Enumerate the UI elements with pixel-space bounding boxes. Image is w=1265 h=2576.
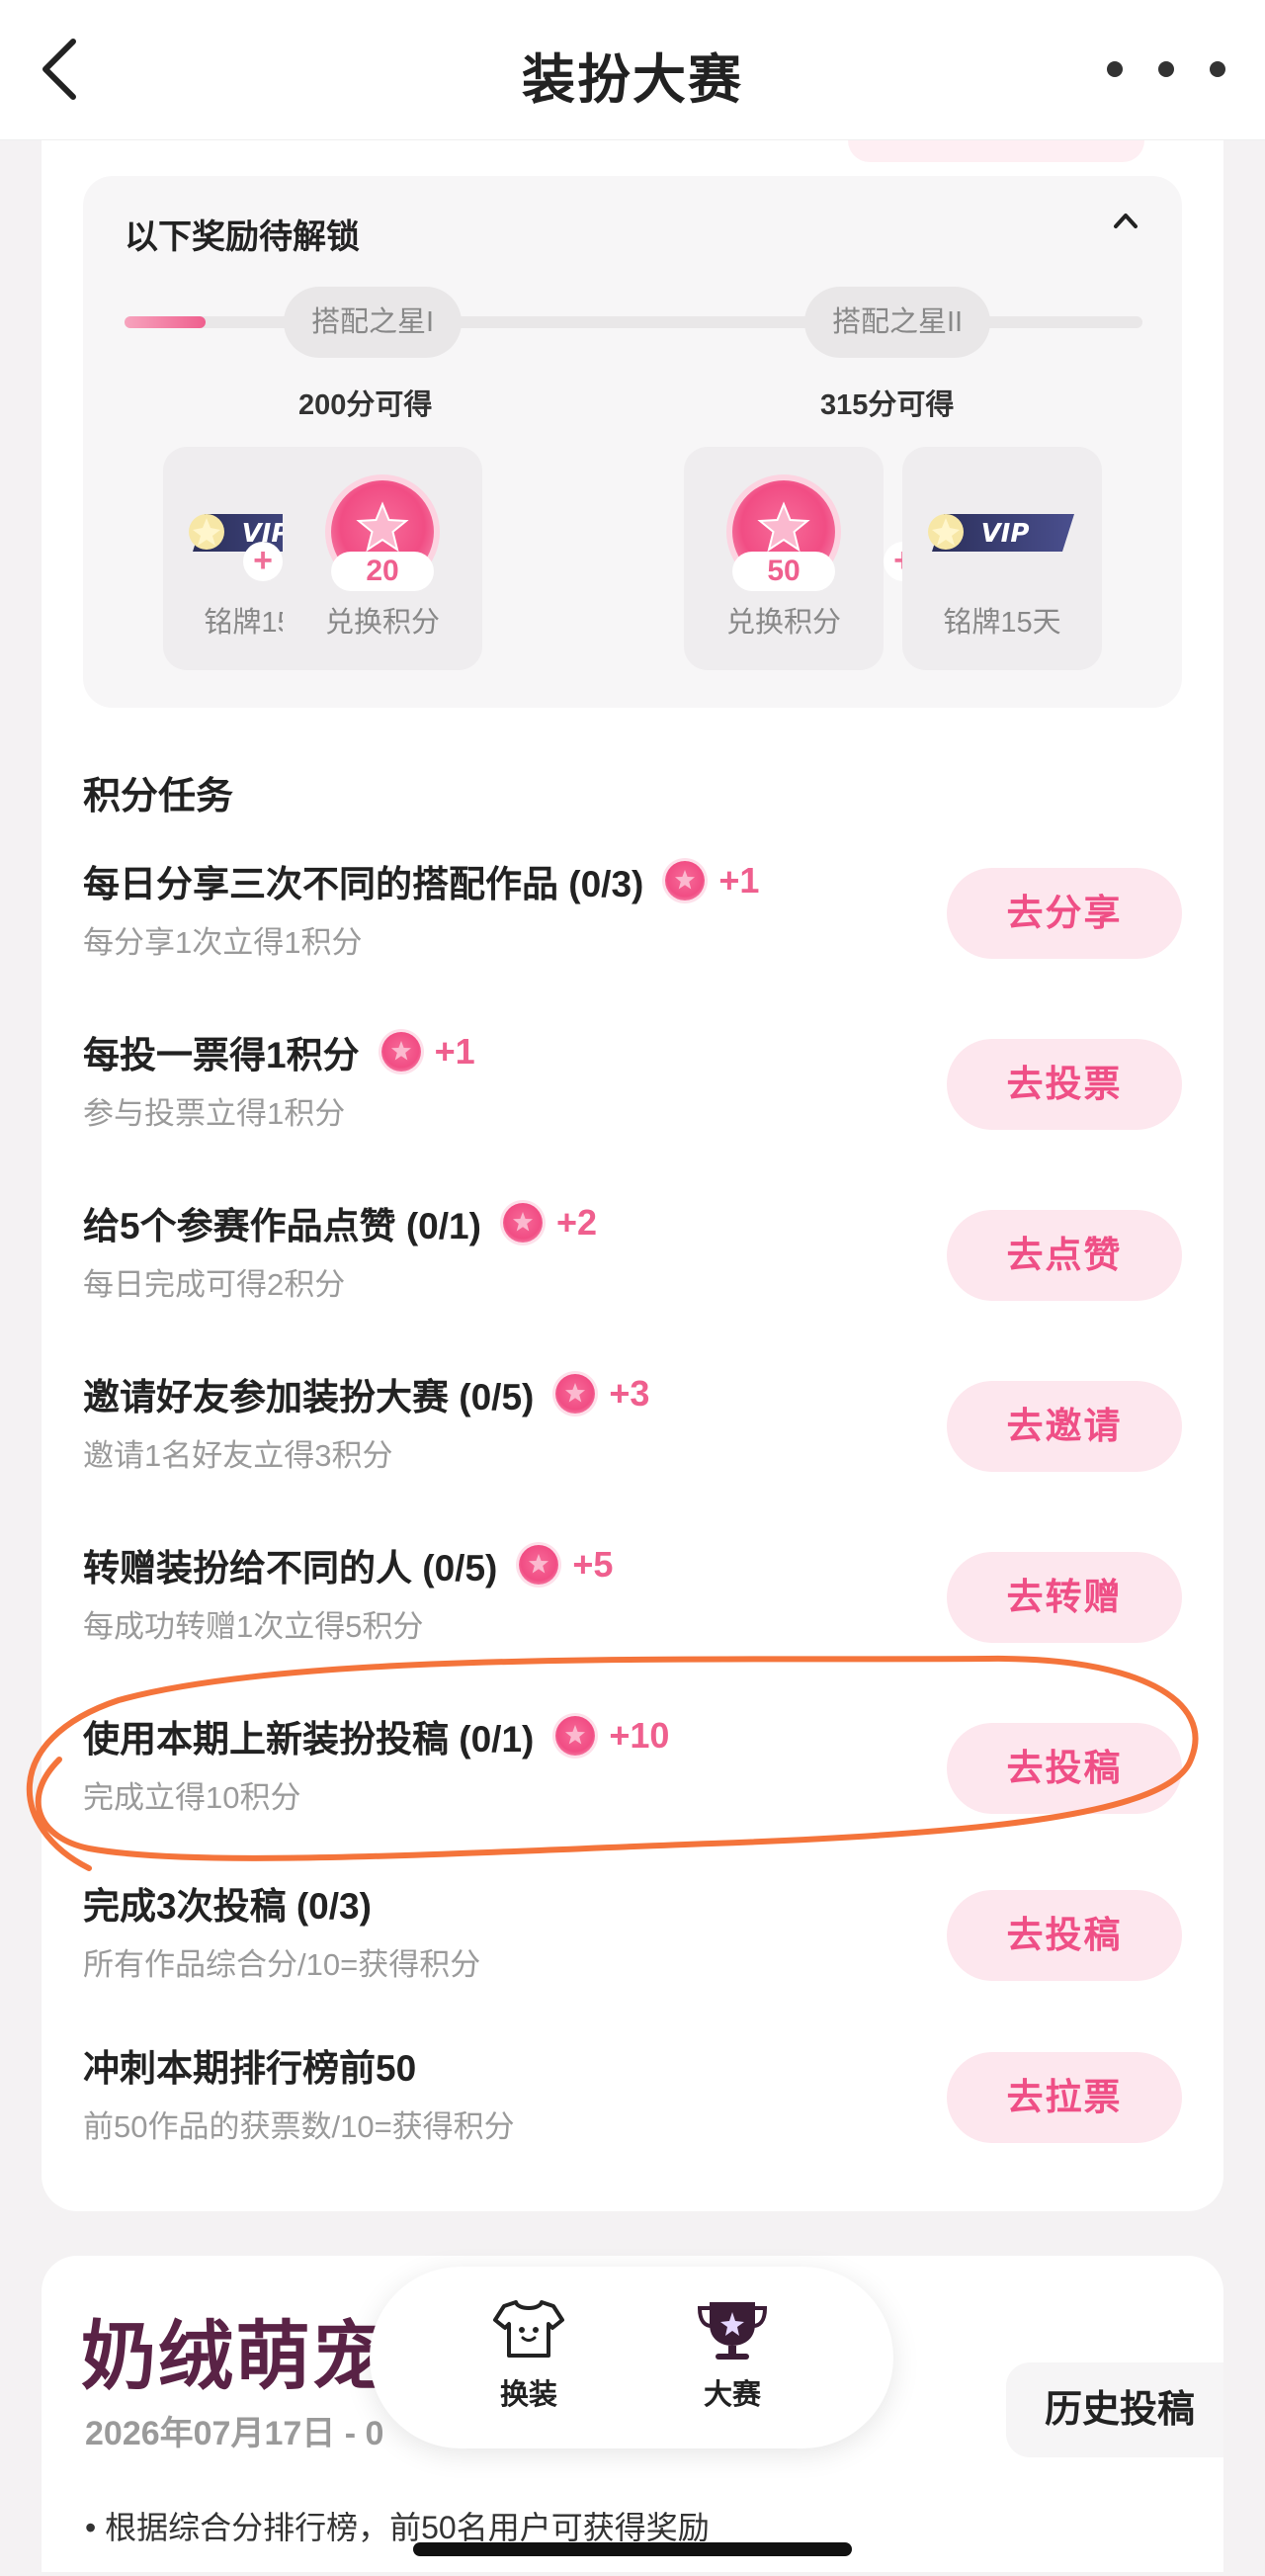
reward-points: 20 兑换积分 (283, 447, 482, 670)
task-item: 邀请好友参加装扮大赛 (0/5) +3 邀请1名好友立得3积分 去邀请 (83, 1367, 1182, 1486)
task-item: 冲刺本期排行榜前50 前50作品的获票数/10=获得积分 去拉票 (83, 2038, 1182, 2157)
submit-button[interactable]: 去投稿 (947, 1723, 1182, 1814)
milestone-score: 315分可得 (820, 389, 955, 421)
vip-badge-icon: VIP (928, 514, 1074, 552)
reward-label: 兑换积分 (324, 607, 440, 639)
task-title: 冲刺本期排行榜前50 (83, 2048, 417, 2089)
points-star-icon (665, 861, 706, 901)
task-desc: 参与投票立得1积分 (83, 1096, 346, 1131)
task-item: 使用本期上新装扮投稿 (0/1) +10 完成立得10积分 去投稿 (83, 1709, 1182, 1828)
tab-label: 换装 (499, 2379, 557, 2411)
task-desc: 所有作品综合分/10=获得积分 (83, 1947, 481, 1982)
reward-points: 50 兑换积分 (684, 447, 884, 670)
collapse-chevron-up-icon[interactable] (1101, 196, 1150, 245)
points-tasks-title: 积分任务 (83, 776, 234, 817)
task-points: +1 (434, 1031, 475, 1072)
coin-amount: 50 (732, 552, 835, 591)
task-title: 每日分享三次不同的搭配作品 (0/3) +1 (83, 860, 760, 904)
task-points: +1 (718, 860, 760, 901)
tab-outfit[interactable]: 换装 (464, 2296, 593, 2425)
trophy-icon (697, 2302, 768, 2360)
task-desc: 每分享1次立得1积分 (83, 925, 363, 960)
reward-label: 兑换积分 (725, 607, 841, 639)
unlock-title: 以下奖励待解锁 (125, 218, 360, 256)
gift-button[interactable]: 去转赠 (947, 1552, 1182, 1643)
points-star-icon (380, 1032, 421, 1072)
task-points: +10 (609, 1715, 670, 1756)
points-star-icon (555, 1374, 596, 1414)
page-title: 装扮大赛 (522, 50, 743, 110)
task-desc: 前50作品的获票数/10=获得积分 (83, 2109, 515, 2144)
unlock-rewards-panel: 以下奖励待解锁 搭配之星I 搭配之星II 200分可得 315分可得 VIP 铭… (83, 176, 1182, 708)
task-points: +3 (609, 1373, 650, 1414)
share-button[interactable]: 去分享 (947, 868, 1182, 959)
like-button[interactable]: 去点赞 (947, 1210, 1182, 1301)
reward-vip-nameplate: VIP 铭牌15天 (902, 447, 1102, 670)
canvass-button[interactable]: 去拉票 (947, 2052, 1182, 2143)
home-indicator (413, 2542, 852, 2556)
bottom-tab-bar: 换装 大赛 (370, 2267, 893, 2448)
task-points: +2 (555, 1202, 597, 1243)
invite-button[interactable]: 去邀请 (947, 1381, 1182, 1472)
task-desc: 每成功转赠1次立得5积分 (83, 1609, 424, 1644)
task-desc: 邀请1名好友立得3积分 (83, 1438, 393, 1473)
top-bar: 装扮大赛 (0, 0, 1265, 140)
task-item: 完成3次投稿 (0/3) 所有作品综合分/10=获得积分 去投稿 (83, 1876, 1182, 1995)
milestone-tag: 搭配之星I (284, 287, 463, 358)
task-title: 完成3次投稿 (0/3) (83, 1886, 372, 1927)
task-title: 给5个参赛作品点赞 (0/1) +2 (83, 1202, 597, 1246)
coin-amount: 20 (331, 552, 434, 591)
task-title: 每投一票得1积分 +1 (83, 1031, 475, 1075)
points-star-icon (502, 1203, 543, 1243)
plus-icon: + (243, 542, 283, 581)
task-desc: 完成立得10积分 (83, 1780, 301, 1815)
decorative-glow (848, 140, 1144, 162)
points-star-icon (519, 1545, 559, 1585)
contest-points-card: 以下奖励待解锁 搭配之星I 搭配之星II 200分可得 315分可得 VIP 铭… (42, 140, 1223, 2211)
reward-label: 铭牌15天 (943, 607, 1061, 639)
history-submissions-button[interactable]: 历史投稿 (1006, 2362, 1223, 2457)
vote-button[interactable]: 去投票 (947, 1039, 1182, 1130)
task-item: 每投一票得1积分 +1 参与投票立得1积分 去投票 (83, 1025, 1182, 1144)
task-item: 转赠装扮给不同的人 (0/5) +5 每成功转赠1次立得5积分 去转赠 (83, 1538, 1182, 1657)
event-date: 2026年07月17日 - 0 (85, 2415, 384, 2452)
tab-label: 大赛 (703, 2379, 761, 2411)
milestone-score: 200分可得 (298, 389, 433, 421)
task-points: +5 (572, 1544, 614, 1585)
svg-text:VIP: VIP (981, 519, 1030, 549)
task-item: 每日分享三次不同的搭配作品 (0/3) +1 每分享1次立得1积分 去分享 (83, 854, 1182, 973)
tab-contest[interactable]: 大赛 (668, 2296, 797, 2425)
progress-fill (125, 316, 207, 328)
task-item: 给5个参赛作品点赞 (0/1) +2 每日完成可得2积分 去点赞 (83, 1196, 1182, 1315)
submit-button[interactable]: 去投稿 (947, 1890, 1182, 1981)
task-desc: 每日完成可得2积分 (83, 1267, 346, 1302)
outfit-icon (493, 2300, 564, 2358)
more-options-icon[interactable] (1107, 49, 1225, 89)
task-title: 邀请好友参加装扮大赛 (0/5) +3 (83, 1373, 650, 1417)
task-title: 转赠装扮给不同的人 (0/5) +5 (83, 1544, 614, 1589)
points-star-icon (555, 1716, 596, 1756)
milestone-tag: 搭配之星II (804, 287, 991, 358)
task-title: 使用本期上新装扮投稿 (0/1) +10 (83, 1715, 670, 1760)
